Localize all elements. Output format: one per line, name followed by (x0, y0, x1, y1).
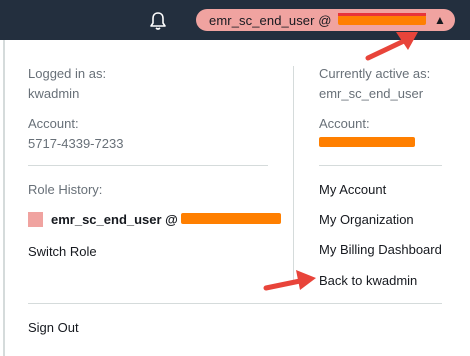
sign-out-link[interactable]: Sign Out (28, 320, 79, 335)
column-divider (293, 66, 294, 284)
account-id: 5717-4339-7233 (28, 136, 124, 151)
account-menu-user-label: emr_sc_end_user @ (209, 13, 332, 28)
redacted-account-id (319, 137, 415, 147)
menu-left-border (3, 40, 5, 356)
active-account-label: Account: (319, 116, 370, 131)
annotation-arrow-icon (365, 32, 418, 61)
account-label: Account: (28, 116, 79, 131)
my-billing-dashboard-link[interactable]: My Billing Dashboard (319, 242, 442, 257)
annotation-arrow-icon (263, 270, 316, 291)
divider (28, 165, 268, 166)
logged-in-label: Logged in as: (28, 66, 107, 81)
bell-icon[interactable] (149, 11, 167, 31)
logged-in-user: kwadmin (28, 86, 80, 101)
divider (319, 165, 442, 166)
my-organization-link[interactable]: My Organization (319, 212, 414, 227)
redacted-account-id (338, 15, 426, 25)
chevron-up-icon: ▲ (434, 13, 446, 27)
my-account-link[interactable]: My Account (319, 182, 386, 197)
back-to-kwadmin-link[interactable]: Back to kwadmin (319, 273, 417, 288)
switch-role-link[interactable]: Switch Role (28, 244, 97, 259)
role-history-entry[interactable]: emr_sc_end_user @ (51, 212, 178, 227)
active-user: emr_sc_end_user (319, 86, 424, 101)
divider (28, 303, 442, 304)
redacted-account-id (181, 213, 281, 224)
role-color-swatch (28, 212, 43, 227)
redaction-mark (338, 13, 426, 16)
active-as-label: Currently active as: (319, 66, 431, 81)
role-history-label: Role History: (28, 182, 103, 197)
